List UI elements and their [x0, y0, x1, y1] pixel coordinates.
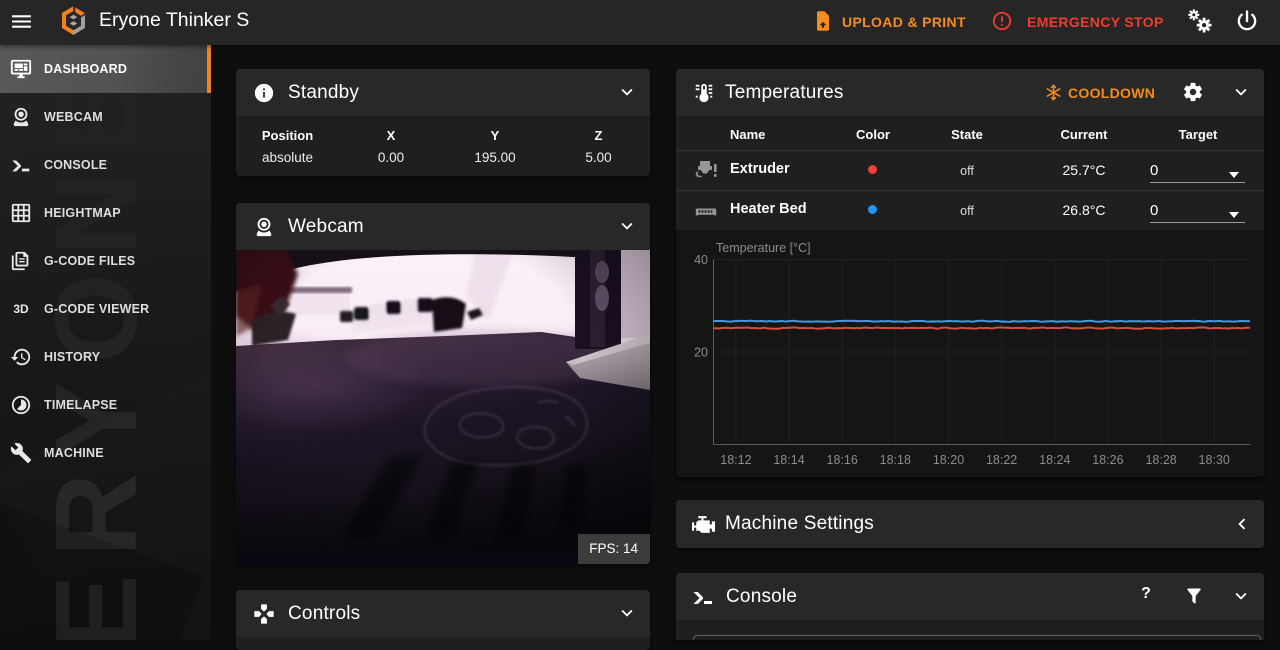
svg-text:18:12: 18:12 — [720, 453, 751, 467]
svg-text:18:30: 18:30 — [1199, 453, 1230, 467]
svg-text:18:28: 18:28 — [1145, 453, 1176, 467]
svg-text:18:14: 18:14 — [773, 453, 804, 467]
svg-text:20: 20 — [694, 346, 708, 360]
svg-text:18:24: 18:24 — [1039, 453, 1070, 467]
svg-text:18:22: 18:22 — [986, 453, 1017, 467]
svg-text:18:16: 18:16 — [827, 453, 858, 467]
svg-text:40: 40 — [694, 253, 708, 267]
svg-text:18:18: 18:18 — [880, 453, 911, 467]
svg-text:Temperature [°C]: Temperature [°C] — [716, 241, 811, 255]
svg-text:18:20: 18:20 — [933, 453, 964, 467]
svg-text:18:26: 18:26 — [1092, 453, 1123, 467]
